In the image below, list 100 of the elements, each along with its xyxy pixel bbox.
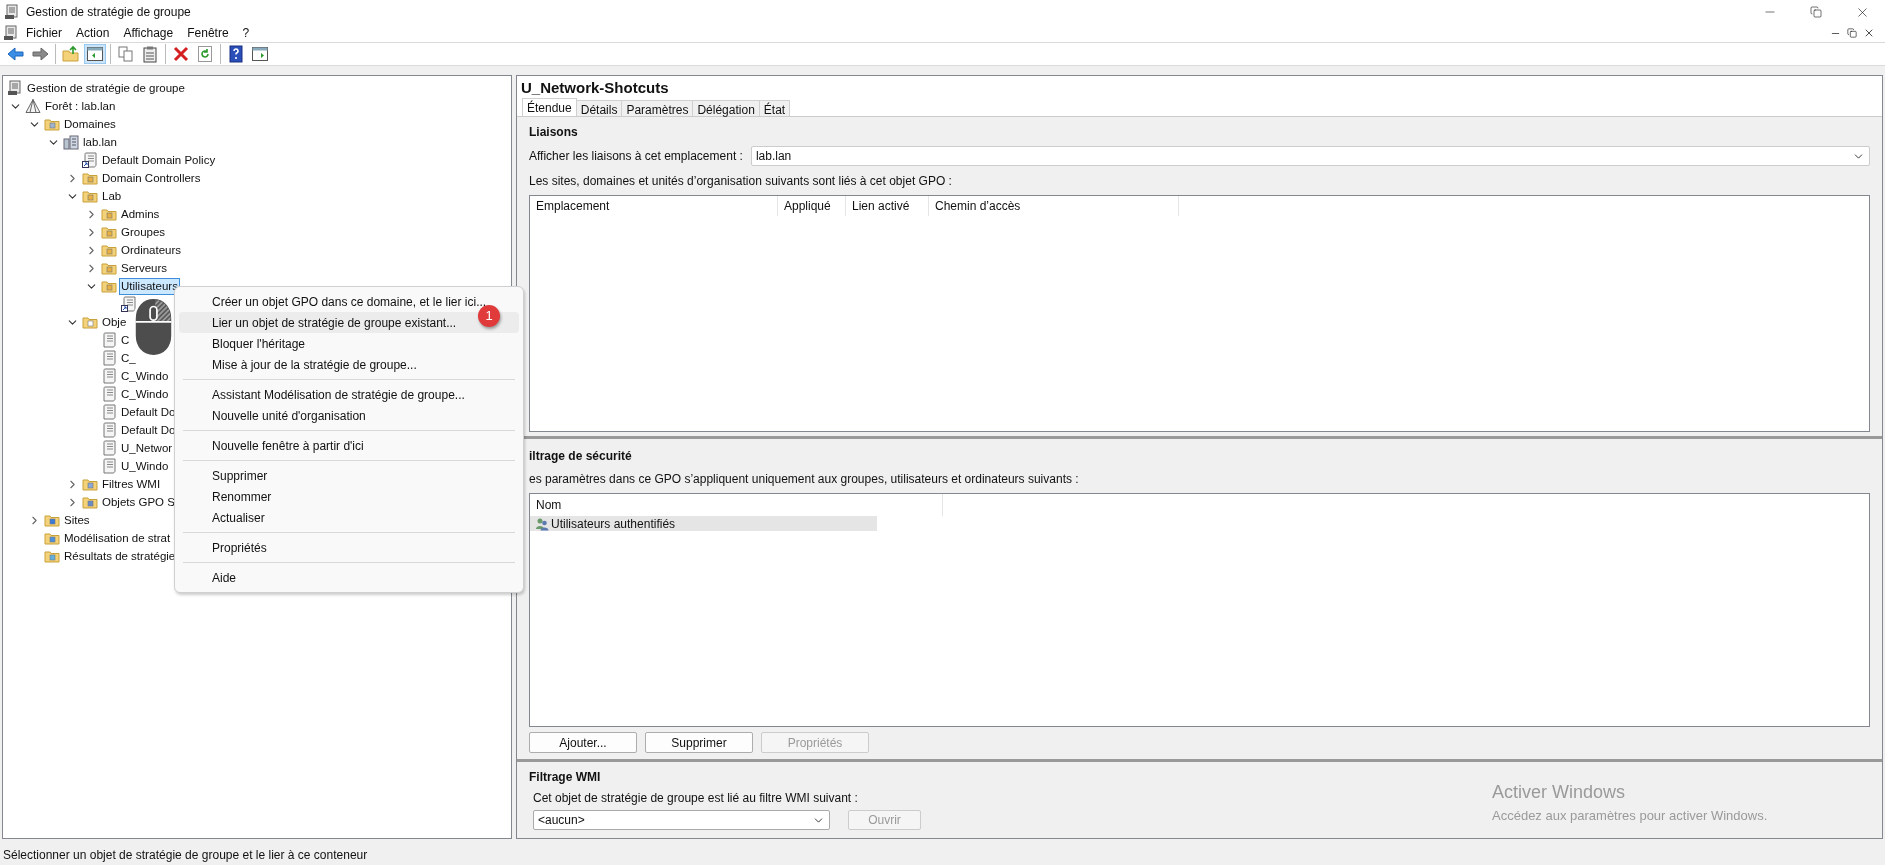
folder-icon [101,206,117,222]
tree-item[interactable]: Serveurs [120,259,169,277]
context-menu-item[interactable]: Nouvelle unité d'organisation [179,405,519,426]
window-title: Gestion de stratégie de groupe [26,4,191,21]
tree-item[interactable]: C_Windo [120,367,170,385]
back-arrow-icon [7,45,25,63]
tree-item[interactable]: lab.lan [82,133,118,151]
folder-globe-icon [44,512,60,528]
tree-item[interactable]: Groupes [120,223,167,241]
folder-filter-icon [82,476,98,492]
app-icon [4,4,20,20]
tree-item[interactable]: Résultats de stratégie [63,547,177,565]
field-label: Afficher les liaisons à cet emplacement : [529,148,744,165]
menu-item[interactable]: Action [69,24,117,42]
context-menu-item[interactable]: Aide [179,567,519,588]
tree-item[interactable]: C_Windo [120,385,170,403]
tab[interactable]: Détails [575,100,623,116]
tree-item[interactable]: Admins [120,205,161,223]
context-menu-item[interactable]: Supprimer [179,465,519,486]
activation-title: Activer Windows [1492,781,1627,803]
tree-item[interactable]: Domaines [63,115,117,133]
location-dropdown[interactable]: lab.lan [750,146,1870,166]
toolbar-button[interactable] [84,44,106,64]
folder-chart-icon [44,530,60,546]
folder-document-icon [82,494,98,510]
context-menu-item[interactable]: Actualiser [179,507,519,528]
menu-item[interactable]: Fenêtre [180,24,236,42]
tree-item[interactable]: U_Networ [120,439,174,457]
table-row[interactable]: Utilisateurs authentifiés [530,516,877,531]
linked-scroll-icon [82,152,98,168]
tree-item[interactable]: Gestion de stratégie de groupe [26,79,186,97]
section-heading: Liaisons [529,124,579,141]
tree-item[interactable]: Domain Controllers [101,169,202,187]
menu-item[interactable]: Affichage [116,24,181,42]
tree-item[interactable]: Filtres WMI [101,475,162,493]
tree-item[interactable]: Obje [101,313,128,331]
context-menu-item[interactable]: Renommer [179,486,519,507]
scroll-icon [101,404,117,420]
tree-item[interactable]: Objets GPO S [101,493,176,511]
scroll-icon [101,458,117,474]
wmi-description: Cet objet de stratégie de groupe est lié au filtre WMI suivant : [533,790,858,807]
triangle-icon [25,98,41,114]
delete-icon [172,45,190,63]
wmi-filter-dropdown[interactable]: <aucun> [533,810,830,830]
tab[interactable]: Paramètres [621,100,694,116]
tree-pane-icon [86,45,104,63]
tree-item[interactable] [120,295,138,313]
tree-item[interactable]: Forêt : lab.lan [44,97,117,115]
building-icon [63,134,79,150]
menu-item[interactable]: Fichier [19,24,69,42]
menu-item[interactable]: ? [235,24,257,42]
folder-building-icon [44,116,60,132]
tree-item[interactable]: C_ [120,349,137,367]
clipboard-icon [141,45,159,63]
tree-item[interactable]: U_Windo [120,457,170,475]
tree-item[interactable]: Lab [101,187,123,205]
tree-item[interactable]: Default Domain Policy [101,151,217,169]
tree-item[interactable]: Utilisateurs [119,277,180,295]
action-button[interactable]: Ajouter... [529,732,637,753]
context-menu-item[interactable]: Nouvelle fenêtre à partir d'ici [179,435,519,456]
tree-item[interactable]: Modélisation de strat [63,529,172,547]
folder-icon [82,188,98,204]
scroll-icon [101,422,117,438]
toolbar-button[interactable] [5,44,27,64]
toolbar-button[interactable] [249,44,271,64]
folder-icon [101,242,117,258]
scroll-icon [101,368,117,384]
context-menu-item[interactable]: Mise à jour de la stratégie de groupe... [179,354,519,375]
folder-icon [101,278,117,294]
console-menu-icon [3,25,19,41]
folder-icon [101,260,117,276]
context-menu-item[interactable]: Bloquer l'héritage [179,333,519,354]
tab[interactable]: État [758,100,791,116]
tab[interactable]: Délégation [692,100,760,116]
tab[interactable]: Étendue [522,98,577,116]
toolbar-button[interactable] [29,44,51,64]
column-header[interactable]: Lien activé [846,196,929,216]
context-menu-item[interactable]: Assistant Modélisation de stratégie de groupe... [179,384,519,405]
folder-icon [101,224,117,240]
child-restore-icon[interactable] [1847,28,1857,38]
scroll-icon [101,386,117,402]
scroll-icon [101,332,117,348]
section-heading: iltrage de sécurité [529,448,633,465]
column-header[interactable]: Appliqué [778,196,846,216]
scroll-icon [101,440,117,456]
column-header[interactable]: Chemin d’accès [929,196,1179,216]
folder-scroll-icon [82,314,98,330]
forward-arrow-icon [31,45,49,63]
folder-icon [82,170,98,186]
security-description: es paramètres dans ce GPO s’appliquent uniquement aux groupes, utilisateurs et ordinateurs suivants : [529,471,1080,488]
context-menu-item[interactable]: Propriétés [179,537,519,558]
tree-item[interactable]: Sites [63,511,91,529]
column-header[interactable]: Emplacement [530,196,778,216]
folder-up-icon [62,45,80,63]
console-icon [7,80,23,96]
tree-item[interactable]: C [120,331,131,349]
scroll-icon [101,350,117,366]
tree-item[interactable]: Ordinateurs [120,241,183,259]
action-button[interactable]: Supprimer [645,732,753,753]
child-close-icon[interactable] [1863,27,1875,39]
